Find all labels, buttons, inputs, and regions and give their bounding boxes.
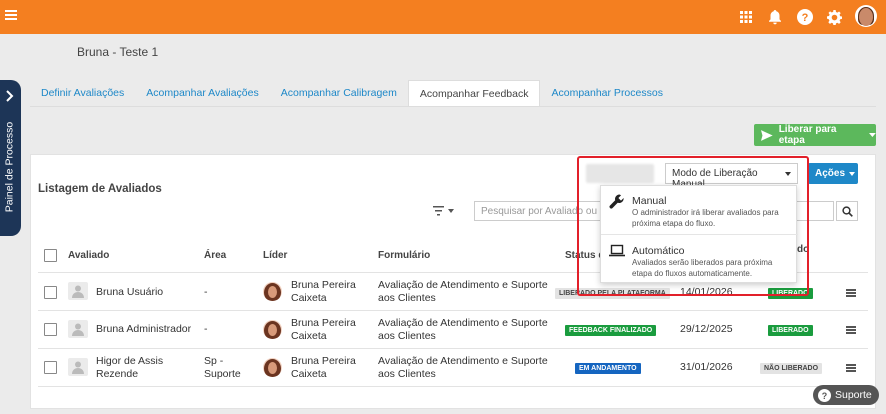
user-avatar-placeholder: [68, 320, 88, 338]
user-avatar-placeholder: [68, 282, 88, 300]
release-badge: LIBERADO: [768, 325, 813, 336]
tab-acompanhar-processos[interactable]: Acompanhar Processos: [540, 80, 673, 107]
area: Sp - Suporte: [204, 355, 241, 380]
row-checkbox[interactable]: [44, 361, 57, 374]
highlight-annotation: [577, 156, 809, 296]
tab-acompanhar-avaliacoes[interactable]: Acompanhar Avaliações: [135, 80, 269, 107]
row-divider: [38, 386, 868, 387]
tab-definir-avaliacoes[interactable]: Definir Avaliações: [30, 80, 135, 107]
user-avatar[interactable]: [855, 5, 877, 27]
menu-icon[interactable]: [5, 10, 17, 20]
actions-button[interactable]: Ações: [808, 163, 858, 184]
leader-avatar: [263, 358, 282, 377]
help-icon[interactable]: ?: [796, 8, 814, 26]
caret-down-icon: [849, 171, 856, 176]
support-button[interactable]: ? Suporte: [813, 385, 879, 405]
support-label: Suporte: [835, 389, 872, 401]
status-badge: FEEDBACK FINALIZADO: [565, 325, 657, 336]
form-name: Avaliação de Atendimento e Suporte aos C…: [378, 279, 548, 304]
actions-label: Ações: [815, 168, 846, 179]
area: -: [204, 323, 208, 335]
form-name: Avaliação de Atendimento e Suporte aos C…: [378, 317, 548, 342]
tab-bar: Definir Avaliações Acompanhar Avaliações…: [30, 80, 674, 107]
caret-down-icon: [869, 133, 876, 137]
date: 31/01/2026: [680, 361, 733, 373]
status-badge: EM ANDAMENTO: [575, 363, 641, 374]
page-title: Bruna - Teste 1: [77, 45, 159, 59]
tab-acompanhar-feedback[interactable]: Acompanhar Feedback: [407, 80, 541, 107]
col-form: Formulário: [378, 250, 431, 261]
details-list-icon[interactable]: [846, 289, 856, 297]
apps-grid-icon[interactable]: [737, 8, 755, 26]
evaluated-name: Higor de Assis Rezende: [96, 355, 164, 380]
row-checkbox[interactable]: [44, 286, 57, 299]
details-list-icon[interactable]: [846, 326, 856, 334]
help-icon: ?: [818, 388, 831, 402]
row-divider: [38, 310, 868, 311]
leader-name: Bruna Pereira Caixeta: [291, 355, 356, 380]
col-evaluated: Avaliado: [68, 250, 110, 261]
col-leader: Líder: [263, 250, 288, 261]
gear-icon[interactable]: [825, 8, 843, 26]
process-panel-label: Painel de Processo: [3, 121, 16, 213]
top-bar: ?: [0, 0, 886, 34]
release-stage-label: Liberar para etapa: [778, 124, 837, 146]
search-icon: [841, 205, 853, 217]
form-name: Avaliação de Atendimento e Suporte aos C…: [378, 355, 548, 380]
col-area: Área: [204, 250, 227, 261]
user-avatar-placeholder: [68, 358, 88, 376]
leader-name: Bruna Pereira Caixeta: [291, 317, 356, 342]
leader-avatar: [263, 282, 282, 301]
row-checkbox[interactable]: [44, 323, 57, 336]
leader-name: Bruna Pereira Caixeta: [291, 279, 356, 304]
list-title: Listagem de Avaliados: [38, 183, 162, 195]
leader-avatar: [263, 320, 282, 339]
details-list-icon[interactable]: [846, 364, 856, 372]
evaluated-name: Bruna Administrador: [96, 323, 192, 335]
area: -: [204, 286, 208, 298]
svg-text:?: ?: [822, 390, 827, 400]
send-icon: [761, 129, 773, 141]
release-badge: NÃO LIBERADO: [760, 363, 823, 374]
date: 29/12/2025: [680, 323, 733, 335]
evaluated-name: Bruna Usuário: [96, 286, 164, 298]
tab-acompanhar-calibragem[interactable]: Acompanhar Calibragem: [270, 80, 408, 107]
svg-text:?: ?: [802, 12, 809, 24]
tab-divider: [30, 106, 876, 107]
search-button[interactable]: [836, 201, 858, 221]
row-divider: [38, 348, 868, 349]
bell-icon[interactable]: [766, 8, 784, 26]
release-stage-button[interactable]: Liberar para etapa: [754, 124, 876, 146]
filter-icon[interactable]: [433, 205, 455, 219]
select-all-checkbox[interactable]: [44, 249, 57, 262]
